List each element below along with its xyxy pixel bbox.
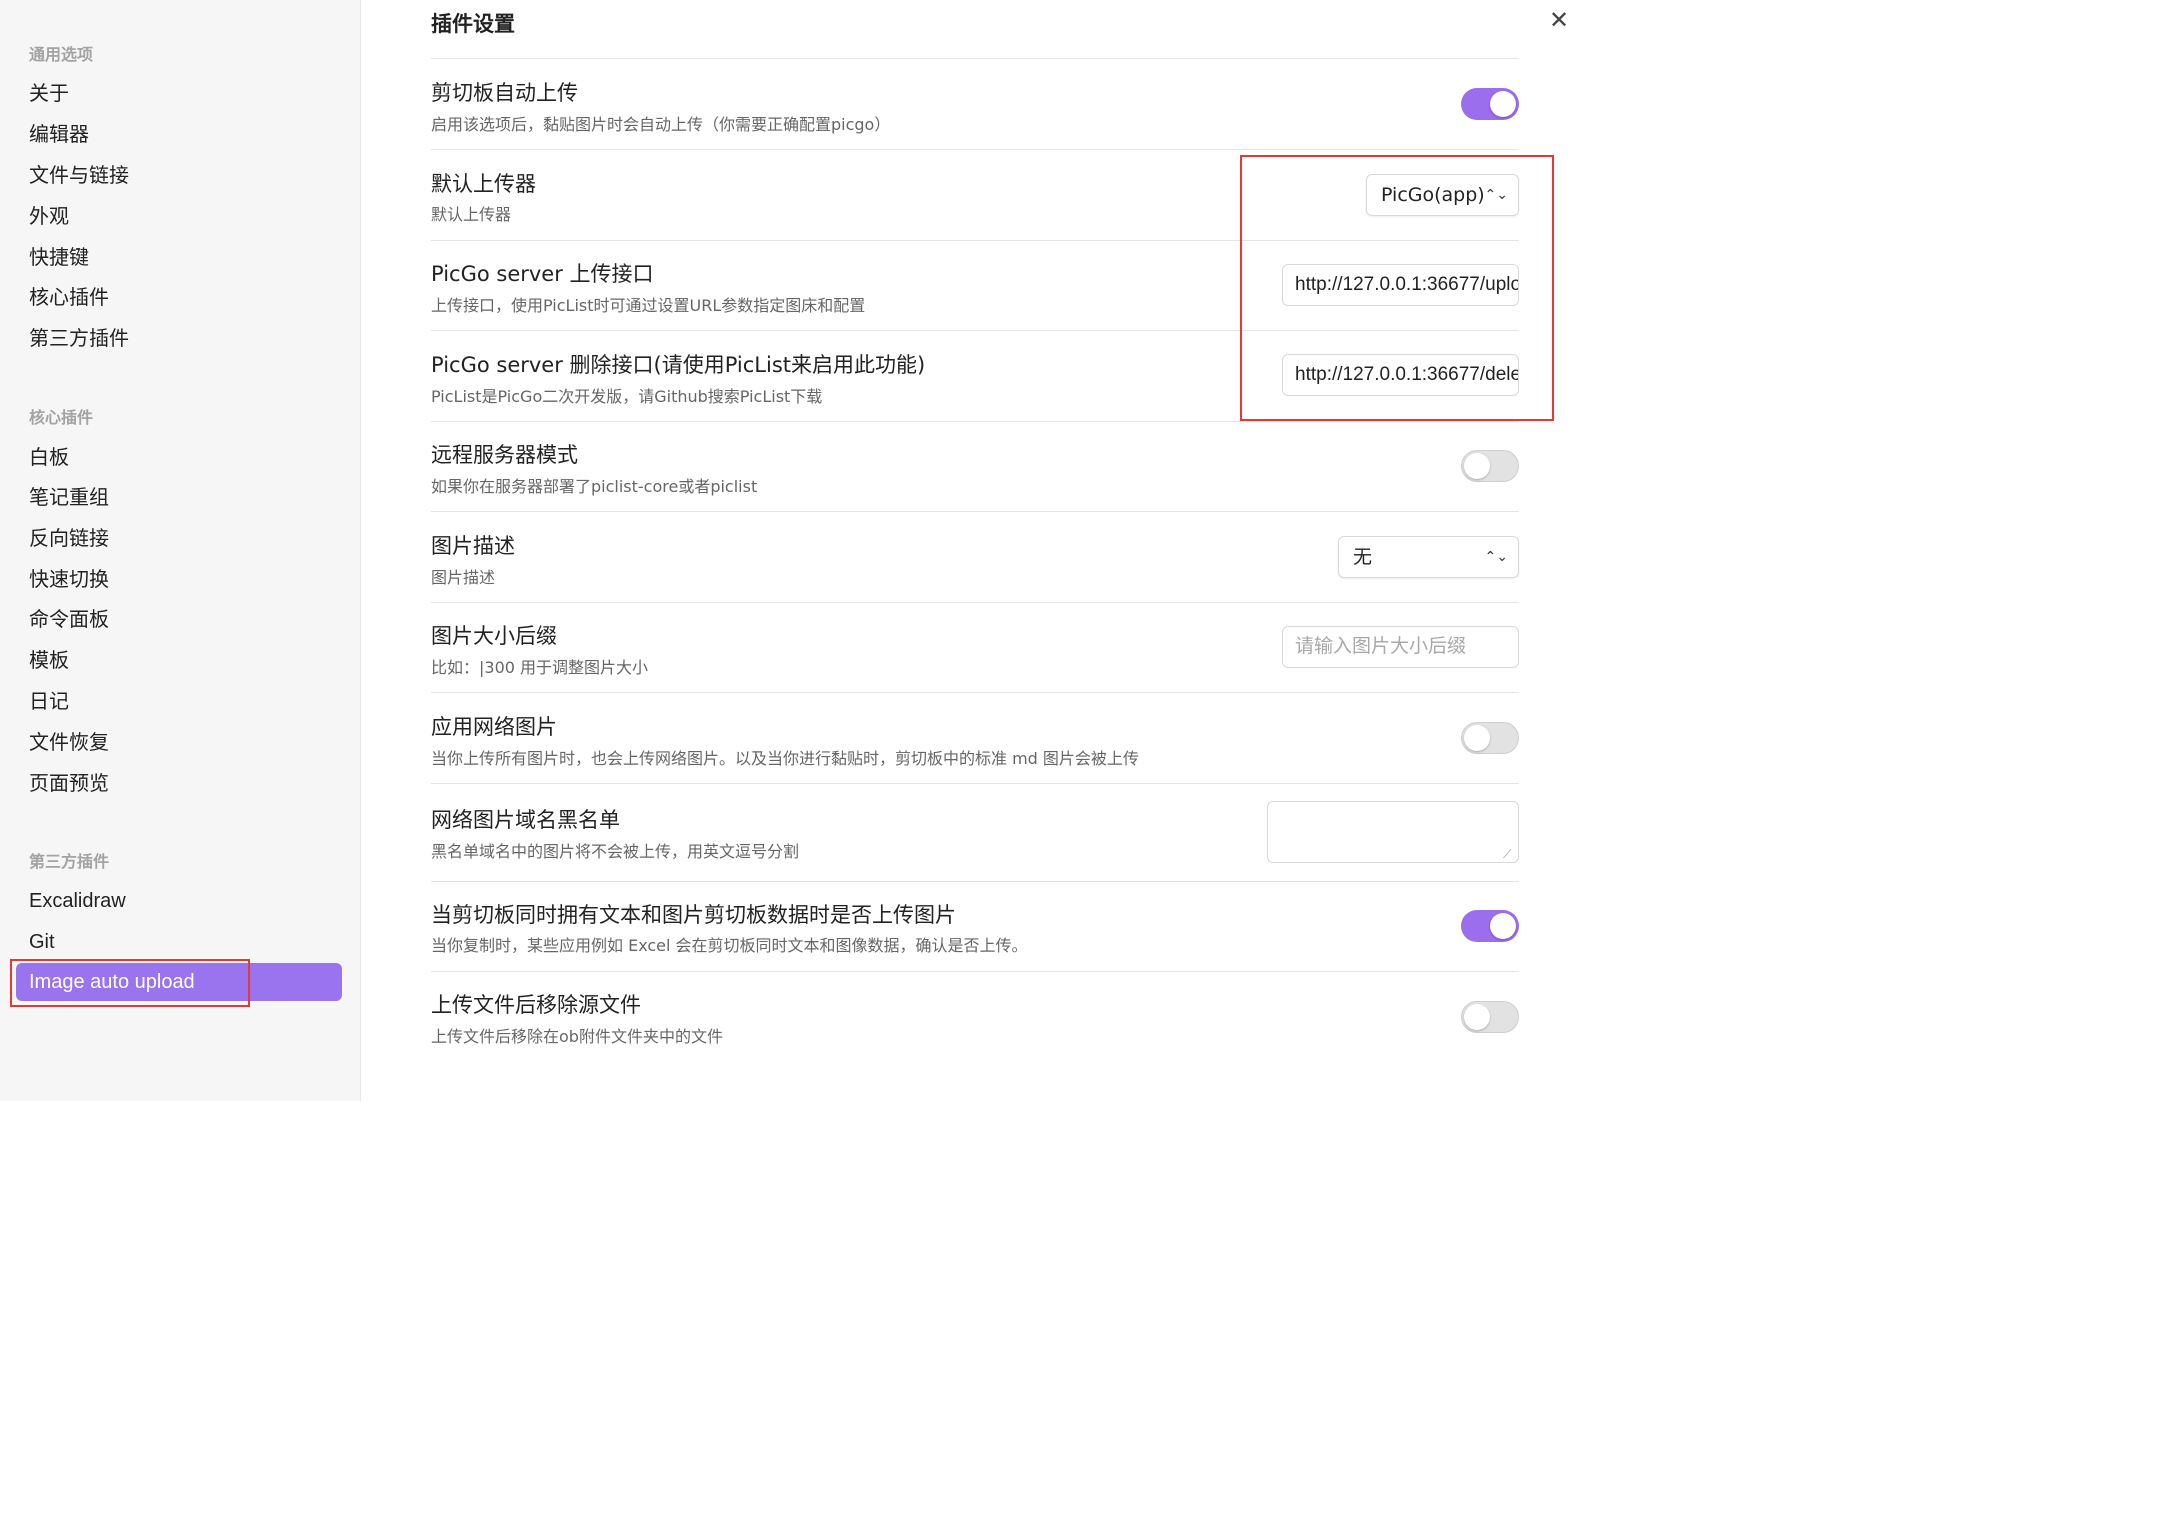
- text-and-image-toggle[interactable]: [1461, 910, 1519, 942]
- setting-title-clipboard-upload: 剪切板自动上传: [431, 81, 578, 105]
- setting-title-domain-blacklist: 网络图片域名黑名单: [431, 808, 620, 832]
- chevron-updown-icon: ⌃⌄: [1484, 549, 1508, 565]
- setting-desc-network-images: 当你上传所有图片时，也会上传网络图片。以及当你进行黏贴时，剪切板中的标准 md …: [431, 749, 1139, 768]
- toggle-knob: [1490, 91, 1516, 117]
- divider: [431, 971, 1519, 972]
- sidebar-item-about[interactable]: 关于: [29, 79, 69, 107]
- sidebar-item-editor[interactable]: 编辑器: [29, 120, 89, 148]
- sidebar-heading-core: 核心插件: [29, 408, 94, 427]
- sidebar-item-file-recovery[interactable]: 文件恢复: [29, 728, 109, 756]
- setting-desc-clipboard-upload: 启用该选项后，黏贴图片时会自动上传（你需要正确配置picgo）: [431, 115, 891, 134]
- sidebar-item-community-plugins[interactable]: 第三方插件: [29, 324, 129, 352]
- divider: [431, 421, 1519, 422]
- setting-desc-upload-api: 上传接口，使用PicList时可通过设置URL参数指定图床和配置: [431, 296, 866, 315]
- sidebar-heading-general: 通用选项: [29, 45, 94, 64]
- divider: [431, 511, 1519, 512]
- setting-desc-remote-mode: 如果你在服务器部署了piclist-core或者piclist: [431, 477, 758, 496]
- sidebar-item-command-palette[interactable]: 命令面板: [29, 605, 109, 633]
- divider: [431, 692, 1519, 693]
- sidebar-item-excalidraw[interactable]: Excalidraw: [29, 887, 126, 915]
- setting-title-network-images: 应用网络图片: [431, 715, 557, 739]
- sidebar-item-appearance[interactable]: 外观: [29, 202, 69, 230]
- setting-title-remote-mode: 远程服务器模式: [431, 443, 578, 467]
- setting-title-delete-source: 上传文件后移除源文件: [431, 993, 641, 1017]
- image-desc-select[interactable]: 无 ⌃⌄: [1338, 536, 1519, 578]
- domain-blacklist-textarea[interactable]: [1267, 801, 1519, 863]
- divider: [431, 602, 1519, 603]
- toggle-knob: [1464, 453, 1490, 479]
- resize-handle-icon[interactable]: ⟋: [1503, 847, 1511, 862]
- sidebar-item-git[interactable]: Git: [29, 928, 55, 956]
- divider: [431, 881, 1519, 882]
- sidebar-item-page-preview[interactable]: 页面预览: [29, 769, 109, 797]
- sidebar-item-files-links[interactable]: 文件与链接: [29, 161, 129, 189]
- setting-desc-text-and-image: 当你复制时，某些应用例如 Excel 会在剪切板同时文本和图像数据，确认是否上传…: [431, 936, 1028, 955]
- sidebar-heading-third-party: 第三方插件: [29, 852, 110, 871]
- setting-title-size-suffix: 图片大小后缀: [431, 624, 557, 648]
- settings-sidebar: 通用选项 关于 编辑器 文件与链接 外观 快捷键 核心插件 第三方插件 核心插件…: [0, 0, 361, 1101]
- delete-source-toggle[interactable]: [1461, 1001, 1519, 1033]
- toggle-knob: [1490, 913, 1516, 939]
- highlight-box-uploader-settings: [1240, 155, 1554, 421]
- size-suffix-input[interactable]: 请输入图片大小后缀: [1282, 626, 1519, 668]
- setting-title-delete-api: PicGo server 删除接口(请使用PicList来启用此功能): [431, 353, 926, 377]
- setting-title-image-desc: 图片描述: [431, 534, 515, 558]
- setting-desc-image-desc: 图片描述: [431, 568, 496, 587]
- setting-desc-delete-api: PicList是PicGo二次开发版，请Github搜索PicList下载: [431, 387, 823, 406]
- page-title: 插件设置: [431, 12, 515, 36]
- remote-mode-toggle[interactable]: [1461, 450, 1519, 482]
- sidebar-item-canvas[interactable]: 白板: [29, 443, 69, 471]
- highlight-box-sidebar: [10, 959, 250, 1007]
- divider: [431, 58, 1519, 59]
- sidebar-item-hotkeys[interactable]: 快捷键: [29, 243, 89, 271]
- toggle-knob: [1464, 725, 1490, 751]
- setting-title-default-uploader: 默认上传器: [431, 172, 536, 196]
- setting-desc-default-uploader: 默认上传器: [431, 205, 512, 224]
- divider: [431, 149, 1519, 150]
- sidebar-item-core-plugins[interactable]: 核心插件: [29, 283, 109, 311]
- sidebar-item-daily-notes[interactable]: 日记: [29, 687, 69, 715]
- sidebar-item-note-composer[interactable]: 笔记重组: [29, 483, 109, 511]
- divider: [431, 783, 1519, 784]
- clipboard-upload-toggle[interactable]: [1461, 88, 1519, 120]
- network-images-toggle[interactable]: [1461, 722, 1519, 754]
- setting-title-text-and-image: 当剪切板同时拥有文本和图片剪切板数据时是否上传图片: [431, 903, 956, 927]
- sidebar-item-quick-switcher[interactable]: 快速切换: [29, 565, 109, 593]
- setting-title-upload-api: PicGo server 上传接口: [431, 262, 654, 286]
- sidebar-item-templates[interactable]: 模板: [29, 646, 69, 674]
- toggle-knob: [1464, 1004, 1490, 1030]
- image-desc-value: 无: [1353, 546, 1373, 568]
- close-icon[interactable]: ✕: [1549, 6, 1569, 34]
- setting-desc-size-suffix: 比如：|300 用于调整图片大小: [431, 658, 649, 677]
- setting-desc-domain-blacklist: 黑名单域名中的图片将不会被上传，用英文逗号分割: [431, 842, 800, 861]
- sidebar-item-backlinks[interactable]: 反向链接: [29, 524, 109, 552]
- setting-desc-delete-source: 上传文件后移除在ob附件文件夹中的文件: [431, 1027, 723, 1046]
